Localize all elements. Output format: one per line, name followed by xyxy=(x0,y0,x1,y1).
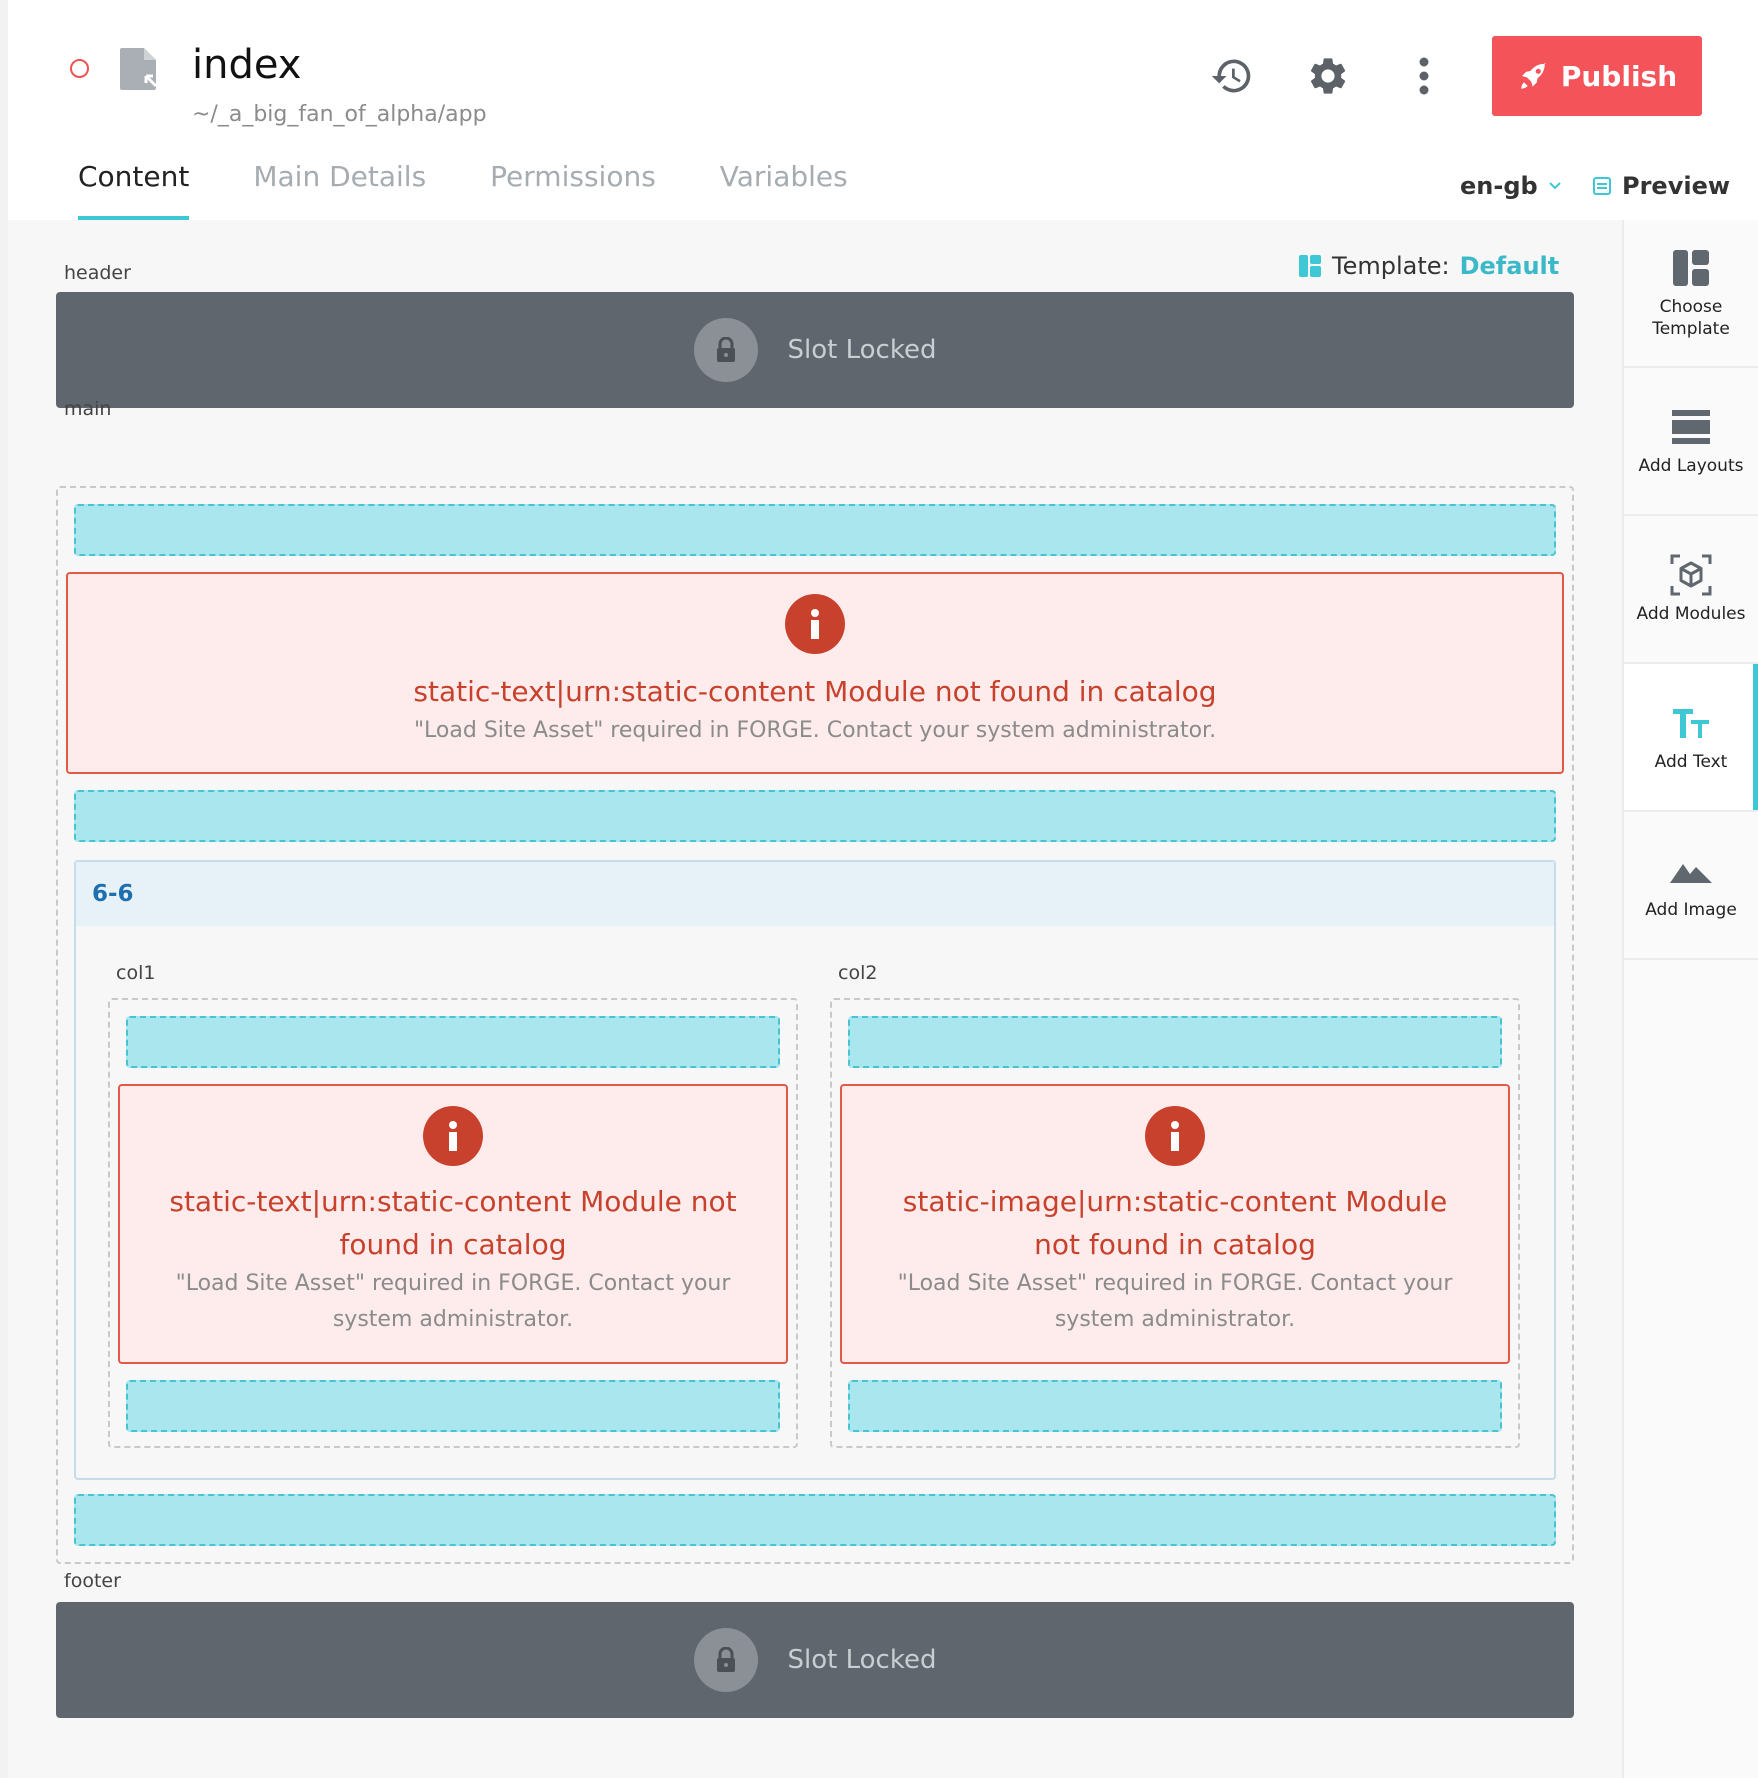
error-title: static-image|urn:static-content Module n… xyxy=(902,1185,1448,1261)
locked-text: Slot Locked xyxy=(787,335,937,365)
error-description: "Load Site Asset" required in FORGE. Con… xyxy=(897,1271,1453,1332)
module-error: static-image|urn:static-content Module n… xyxy=(840,1084,1510,1364)
drop-zone[interactable] xyxy=(74,1494,1556,1546)
drop-zone[interactable] xyxy=(126,1380,780,1432)
drop-zone[interactable] xyxy=(74,790,1556,842)
error-title: static-text|urn:static-content Module no… xyxy=(169,1185,737,1261)
editor-tabs: Content Main Details Permissions Variabl… xyxy=(78,160,848,220)
column-col1: static-text|urn:static-content Module no… xyxy=(108,998,798,1448)
module-cube-icon xyxy=(1670,553,1712,597)
status-dot-icon xyxy=(70,59,89,78)
sidebar-item-add-modules[interactable]: Add Modules xyxy=(1624,516,1758,664)
history-icon xyxy=(1211,59,1251,93)
editor-header: index ~/_a_big_fan_of_alpha/app Publish … xyxy=(8,0,1758,220)
drop-zone[interactable] xyxy=(126,1016,780,1068)
tab-variables[interactable]: Variables xyxy=(720,160,848,220)
slot-label-main: main xyxy=(64,398,112,420)
slot-label-footer: footer xyxy=(64,1570,121,1592)
slot-label-header: header xyxy=(64,262,131,284)
header-locked-slot: Slot Locked xyxy=(56,292,1574,408)
sidebar-item-choose-template[interactable]: Choose Template xyxy=(1624,220,1758,368)
sidebar-item-label: Add Text xyxy=(1654,752,1728,772)
info-icon xyxy=(423,1106,483,1166)
settings-button[interactable] xyxy=(1304,52,1352,100)
layout-6-6: 6-6 col1 static-text|urn:static-content … xyxy=(74,860,1556,1480)
template-icon xyxy=(1672,246,1710,290)
lock-icon xyxy=(693,1628,758,1692)
error-title: static-text|urn:static-content Module no… xyxy=(413,675,1217,708)
locale-select[interactable]: en-gb xyxy=(1460,172,1562,200)
drop-zone[interactable] xyxy=(848,1016,1502,1068)
history-button[interactable] xyxy=(1208,52,1256,100)
chevron-down-icon xyxy=(1548,182,1561,190)
column-col2: static-image|urn:static-content Module n… xyxy=(830,998,1520,1448)
image-icon xyxy=(1669,849,1713,893)
preview-button[interactable]: Preview xyxy=(1592,172,1730,200)
page-path: ~/_a_big_fan_of_alpha/app xyxy=(192,102,487,127)
tab-permissions[interactable]: Permissions xyxy=(490,160,656,220)
tab-content[interactable]: Content xyxy=(78,160,190,220)
locked-text: Slot Locked xyxy=(787,1645,937,1675)
preview-label: Preview xyxy=(1622,172,1731,200)
left-edge-strip xyxy=(0,0,8,1778)
preview-icon xyxy=(1593,177,1611,195)
drop-zone[interactable] xyxy=(848,1380,1502,1432)
content-canvas: Template: Default header Slot Locked mai… xyxy=(8,220,1622,1778)
sidebar-item-label: Choose Template xyxy=(1652,297,1730,339)
sidebar-item-add-image[interactable]: Add Image xyxy=(1624,812,1758,960)
publish-label: Publish xyxy=(1560,59,1678,93)
module-error: static-text|urn:static-content Module no… xyxy=(118,1084,788,1364)
right-tool-sidebar: Choose Template Add Layouts Add Modules xyxy=(1622,220,1758,1778)
sidebar-item-label: Add Image xyxy=(1645,900,1737,920)
sidebar-item-add-layouts[interactable]: Add Layouts xyxy=(1624,368,1758,516)
column-label-col2: col2 xyxy=(838,962,878,984)
layouts-icon xyxy=(1671,405,1711,449)
info-icon xyxy=(1145,1106,1205,1166)
more-options-button[interactable] xyxy=(1400,52,1448,100)
column-label-col1: col1 xyxy=(116,962,156,984)
gear-icon xyxy=(1310,58,1346,94)
text-icon xyxy=(1671,701,1711,745)
info-icon xyxy=(785,594,845,654)
more-vertical-icon xyxy=(1419,57,1429,95)
publish-button[interactable]: Publish xyxy=(1492,36,1702,116)
error-description: "Load Site Asset" required in FORGE. Con… xyxy=(413,718,1217,743)
locale-value: en-gb xyxy=(1460,172,1538,200)
layout-name: 6-6 xyxy=(76,862,1554,926)
template-value[interactable]: Default xyxy=(1460,252,1560,280)
module-error: static-text|urn:static-content Module no… xyxy=(66,572,1564,774)
template-label: Template: xyxy=(1332,252,1450,280)
page-title: index xyxy=(192,42,302,88)
error-description: "Load Site Asset" required in FORGE. Con… xyxy=(175,1271,731,1332)
rocket-icon xyxy=(1521,62,1546,89)
drop-zone[interactable] xyxy=(74,504,1556,556)
template-indicator: Template: Default xyxy=(1298,252,1559,280)
main-slot: static-text|urn:static-content Module no… xyxy=(56,486,1574,1564)
sidebar-item-label: Add Modules xyxy=(1636,604,1746,624)
lock-icon xyxy=(693,318,758,382)
sidebar-item-add-text[interactable]: Add Text xyxy=(1624,664,1758,812)
footer-locked-slot: Slot Locked xyxy=(56,1602,1574,1718)
template-icon xyxy=(1299,255,1321,277)
tab-main-details[interactable]: Main Details xyxy=(253,160,426,220)
page-file-icon xyxy=(118,46,162,92)
sidebar-item-label: Add Layouts xyxy=(1638,456,1744,476)
